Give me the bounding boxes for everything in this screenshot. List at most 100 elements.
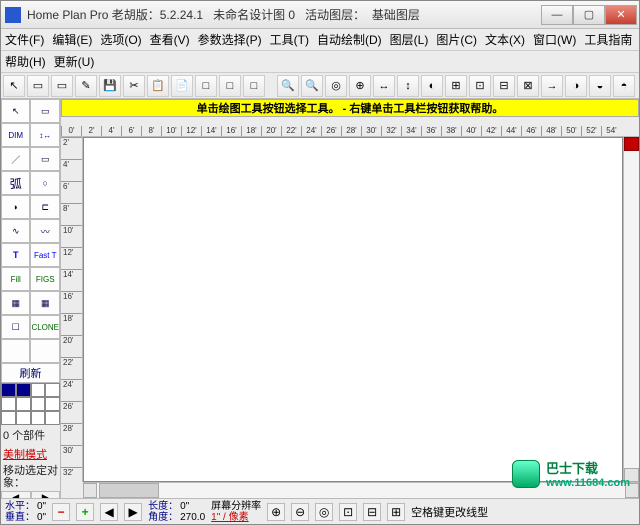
refresh-button[interactable]: 刷新 bbox=[1, 363, 60, 383]
menu-file[interactable]: 文件(F) bbox=[5, 31, 44, 48]
tool-door[interactable]: ◗ bbox=[1, 195, 30, 219]
color-swatch-5[interactable] bbox=[31, 397, 46, 411]
color-swatch-8[interactable] bbox=[16, 411, 31, 425]
color-swatch-white[interactable] bbox=[31, 383, 46, 397]
zoom-out-icon[interactable]: 🔍 bbox=[301, 75, 323, 97]
menu-view[interactable]: 查看(V) bbox=[150, 31, 190, 48]
scroll-track-v[interactable] bbox=[624, 151, 639, 468]
tb-open[interactable]: ▭ bbox=[51, 75, 73, 97]
mode5-icon[interactable]: ⊠ bbox=[517, 75, 539, 97]
tool-measure[interactable]: ↕↔ bbox=[30, 123, 60, 147]
tb-new[interactable]: ✎ bbox=[75, 75, 97, 97]
tool-text[interactable]: T bbox=[1, 243, 30, 267]
menu-options[interactable]: 选项(O) bbox=[100, 31, 141, 48]
vertical-scrollbar[interactable] bbox=[623, 137, 639, 482]
zoom6-icon[interactable]: ⊞ bbox=[387, 503, 405, 521]
tb-copy[interactable]: 📋 bbox=[147, 75, 169, 97]
tool-line[interactable]: ／ bbox=[1, 147, 30, 171]
color-swatch-6[interactable] bbox=[45, 397, 60, 411]
tool-figs[interactable]: FIGS bbox=[30, 267, 60, 291]
tb-pointer[interactable]: ↖ bbox=[3, 75, 25, 97]
tool-fill[interactable]: Fill bbox=[1, 267, 30, 291]
nav-left-icon[interactable]: ◀ bbox=[100, 503, 118, 521]
tool-window[interactable]: ⊏ bbox=[30, 195, 60, 219]
close-button[interactable]: ✕ bbox=[605, 5, 637, 25]
target-icon[interactable]: ⊕ bbox=[349, 75, 371, 97]
mode3-icon[interactable]: ⊡ bbox=[469, 75, 491, 97]
color-swatch-9[interactable] bbox=[31, 411, 46, 425]
move-right-button[interactable]: ▶ bbox=[31, 491, 61, 498]
mode4-icon[interactable]: ⊟ bbox=[493, 75, 515, 97]
color-swatch-3[interactable] bbox=[1, 397, 16, 411]
tb-cut[interactable]: ✂ bbox=[123, 75, 145, 97]
minus-button[interactable]: − bbox=[52, 503, 70, 521]
pan-h-icon[interactable]: ↔ bbox=[373, 75, 395, 97]
zoom1-icon[interactable]: ⊕ bbox=[267, 503, 285, 521]
tb-extra2[interactable]: □ bbox=[219, 75, 241, 97]
hruler-tick: 20' bbox=[261, 126, 281, 136]
color-swatch-white-2[interactable] bbox=[45, 383, 60, 397]
menu-update[interactable]: 更新(U) bbox=[54, 53, 95, 70]
menu-text[interactable]: 文本(X) bbox=[485, 31, 525, 48]
tool-arc[interactable]: 弧 bbox=[1, 171, 30, 195]
color-swatch-10[interactable] bbox=[45, 411, 60, 425]
tool-curve1[interactable]: ∿ bbox=[1, 219, 30, 243]
tb-save[interactable]: 💾 bbox=[99, 75, 121, 97]
zoom5-icon[interactable]: ⊟ bbox=[363, 503, 381, 521]
tool-grid2[interactable]: ▦ bbox=[30, 291, 60, 315]
menu-help[interactable]: 帮助(H) bbox=[5, 53, 46, 70]
move-left-button[interactable]: ◀ bbox=[1, 491, 31, 498]
tb-extra3[interactable]: □ bbox=[243, 75, 265, 97]
scroll-left-arrow[interactable] bbox=[83, 483, 97, 498]
view-reset-icon[interactable]: ◎ bbox=[325, 75, 347, 97]
menu-guide[interactable]: 工具指南 bbox=[584, 31, 632, 48]
scroll-up-arrow[interactable] bbox=[624, 137, 639, 151]
plus-button[interactable]: + bbox=[76, 503, 94, 521]
color-swatch-7[interactable] bbox=[1, 411, 16, 425]
color-swatch-blue[interactable] bbox=[1, 383, 16, 397]
tool-circle[interactable]: ○ bbox=[30, 171, 60, 195]
tool-dim[interactable]: DIM bbox=[1, 123, 30, 147]
minimize-button[interactable]: — bbox=[541, 5, 573, 25]
tool-grid1[interactable]: ▦ bbox=[1, 291, 30, 315]
mode9-icon[interactable]: ◓ bbox=[613, 75, 635, 97]
tool-blank1[interactable] bbox=[1, 339, 30, 363]
hruler-tick: 54' bbox=[601, 126, 621, 136]
tool-curve2[interactable]: 〰 bbox=[30, 219, 60, 243]
menu-edit[interactable]: 编辑(E) bbox=[52, 31, 92, 48]
pan-v-icon[interactable]: ↕ bbox=[397, 75, 419, 97]
tool-clone[interactable]: CLONE bbox=[30, 315, 60, 339]
mode1-icon[interactable]: ◐ bbox=[421, 75, 443, 97]
drawing-canvas[interactable] bbox=[83, 137, 623, 482]
mode7-icon[interactable]: ◑ bbox=[565, 75, 587, 97]
tool-blank2[interactable] bbox=[30, 339, 60, 363]
tool-fast-text[interactable]: Fast T bbox=[30, 243, 60, 267]
zoom2-icon[interactable]: ⊖ bbox=[291, 503, 309, 521]
color-swatch-4[interactable] bbox=[16, 397, 31, 411]
menu-tools[interactable]: 工具(T) bbox=[270, 31, 309, 48]
menu-images[interactable]: 图片(C) bbox=[436, 31, 477, 48]
tb-extra1[interactable]: □ bbox=[195, 75, 217, 97]
resolution-value[interactable]: 1" / 像素 bbox=[211, 512, 261, 523]
menu-params[interactable]: 参数选择(P) bbox=[198, 31, 262, 48]
nav-right-icon[interactable]: ▶ bbox=[124, 503, 142, 521]
scroll-thumb-h[interactable] bbox=[99, 483, 159, 498]
maximize-button[interactable]: ▢ bbox=[573, 5, 605, 25]
zoom4-icon[interactable]: ⊡ bbox=[339, 503, 357, 521]
mode6-icon[interactable]: → bbox=[541, 75, 563, 97]
zoom-in-icon[interactable]: 🔍 bbox=[277, 75, 299, 97]
color-swatch-blue-2[interactable] bbox=[16, 383, 31, 397]
menu-autodraw[interactable]: 自动绘制(D) bbox=[317, 31, 382, 48]
menu-layers[interactable]: 图层(L) bbox=[390, 31, 429, 48]
tb-select[interactable]: ▭ bbox=[27, 75, 49, 97]
tool-select-rect[interactable]: ▭ bbox=[30, 99, 60, 123]
mode-american[interactable]: 美制模式 bbox=[1, 445, 60, 463]
tb-paste[interactable]: 📄 bbox=[171, 75, 193, 97]
zoom3-icon[interactable]: ◎ bbox=[315, 503, 333, 521]
mode8-icon[interactable]: ◒ bbox=[589, 75, 611, 97]
tool-arrow[interactable]: ↖ bbox=[1, 99, 30, 123]
mode2-icon[interactable]: ⊞ bbox=[445, 75, 467, 97]
tool-rect[interactable]: ▭ bbox=[30, 147, 60, 171]
menu-window[interactable]: 窗口(W) bbox=[533, 31, 576, 48]
tool-smart[interactable]: ☐ bbox=[1, 315, 30, 339]
